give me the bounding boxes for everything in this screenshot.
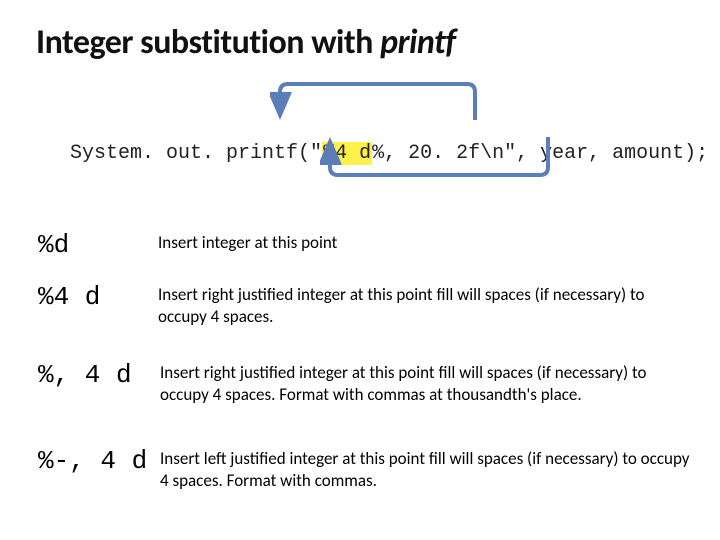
format-desc: Insert integer at this point: [158, 230, 690, 254]
code-highlight: %4 d: [322, 142, 372, 165]
title-text: Integer substitution with: [36, 22, 380, 63]
format-row: %-, 4 d Insert left justified integer at…: [38, 446, 690, 492]
format-desc: Insert right justified integer at this p…: [158, 360, 690, 406]
code-post: %, 20. 2f\n", year, amount);: [372, 142, 708, 165]
slide: Integer substitution with printf System.…: [0, 0, 720, 540]
code-line: System. out. printf("%4 d%, 20. 2f\n", y…: [22, 119, 708, 188]
format-row: %4 d Insert right justified integer at t…: [38, 282, 690, 328]
format-spec: %, 4 d: [38, 360, 158, 390]
format-spec: %4 d: [38, 282, 158, 312]
format-row: %d Insert integer at this point: [38, 230, 690, 260]
format-desc: Insert right justified integer at this p…: [158, 282, 690, 328]
code-pre: System. out. printf(": [70, 142, 322, 165]
format-spec: %-, 4 d: [38, 446, 158, 476]
format-row: %, 4 d Insert right justified integer at…: [38, 360, 690, 406]
format-spec: %d: [38, 230, 158, 260]
slide-title: Integer substitution with printf: [36, 22, 456, 63]
format-desc: Insert left justified integer at this po…: [158, 446, 690, 492]
title-italic: printf: [380, 22, 455, 63]
